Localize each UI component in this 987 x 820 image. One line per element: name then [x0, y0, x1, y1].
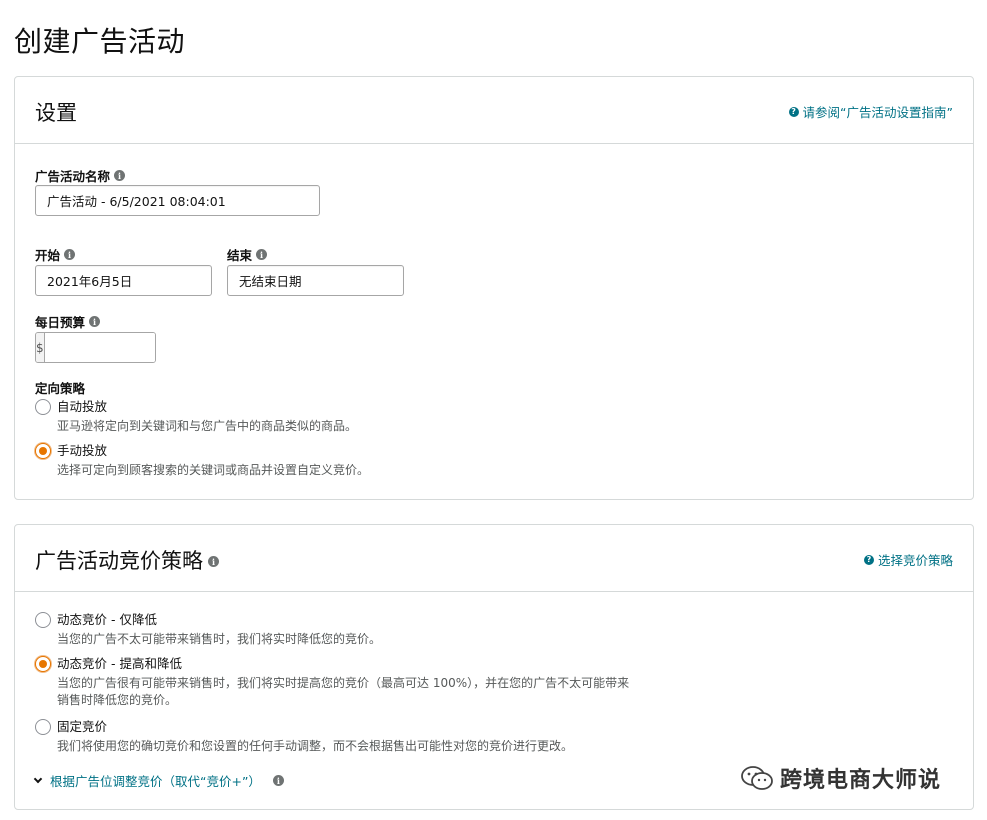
start-date-label: 开始 i [35, 245, 76, 264]
radio-label: 手动投放 [57, 443, 108, 458]
chevron-down-icon [33, 774, 43, 783]
radio-text: 动态竞价 - 提高和降低 当您的广告很有可能带来销售时，我们将实时提高您的竞价（… [57, 656, 637, 709]
daily-budget-input[interactable] [44, 333, 155, 362]
info-icon[interactable]: i [114, 170, 126, 181]
settings-card: 设置 ? 请参阅“广告活动设置指南” 广告活动名称 i 开始 i 结束 i 每日… [14, 76, 974, 500]
help-icon: ? [788, 106, 799, 117]
radio-text: 手动投放 选择可定向到顾客搜索的关键词或商品并设置自定义竞价。 [57, 443, 369, 479]
radio-button[interactable] [35, 612, 51, 628]
targeting-strategy-label: 定向策略 [35, 381, 86, 396]
info-icon[interactable]: i [208, 556, 219, 567]
campaign-name-label-text: 广告活动名称 [35, 169, 111, 184]
daily-budget-label: 每日预算 i [35, 312, 101, 331]
end-date-label: 结束 i [227, 245, 268, 264]
radio-button[interactable] [35, 719, 51, 735]
info-icon[interactable]: i [256, 249, 268, 260]
bidding-guide-link-label: 选择竞价策略 [877, 553, 953, 568]
watermark: 跨境电商大师说 [740, 762, 941, 794]
bid-option-down-only[interactable]: 动态竞价 - 仅降低 当您的广告不太可能带来销售时，我们将实时降低您的竞价。 [35, 612, 381, 648]
targeting-option-auto[interactable]: 自动投放 亚马逊将定向到关键词和与您广告中的商品类似的商品。 [35, 399, 357, 435]
radio-label: 动态竞价 - 提高和降低 [57, 656, 182, 671]
radio-text: 动态竞价 - 仅降低 当您的广告不太可能带来销售时，我们将实时降低您的竞价。 [57, 612, 381, 648]
bid-option-up-and-down[interactable]: 动态竞价 - 提高和降低 当您的广告很有可能带来销售时，我们将实时提高您的竞价（… [35, 656, 637, 709]
targeting-option-manual[interactable]: 手动投放 选择可定向到顾客搜索的关键词或商品并设置自定义竞价。 [35, 443, 369, 479]
radio-description: 亚马逊将定向到关键词和与您广告中的商品类似的商品。 [57, 419, 358, 433]
radio-label: 自动投放 [57, 399, 108, 414]
end-date-input[interactable] [227, 265, 404, 296]
radio-button-selected[interactable] [35, 443, 51, 459]
currency-prefix: $ [36, 333, 45, 362]
radio-label: 动态竞价 - 仅降低 [57, 612, 157, 627]
bidding-title-text: 广告活动竞价策略 [35, 549, 203, 573]
settings-title: 设置 [35, 101, 77, 125]
info-icon[interactable]: i [89, 316, 101, 327]
end-date-label-text: 结束 [227, 248, 253, 263]
daily-budget-field: $ [35, 332, 156, 363]
radio-description: 我们将使用您的确切竞价和您设置的任何手动调整，而不会根据售出可能性对您的竞价进行… [57, 739, 574, 753]
daily-budget-label-text: 每日预算 [35, 315, 86, 330]
settings-guide-link-label: 请参阅“广告活动设置指南” [802, 105, 953, 120]
radio-button-selected[interactable] [35, 656, 51, 672]
radio-button[interactable] [35, 399, 51, 415]
bidding-guide-link[interactable]: ? 选择竞价策略 [863, 550, 953, 569]
radio-description: 选择可定向到顾客搜索的关键词或商品并设置自定义竞价。 [57, 463, 370, 477]
settings-card-header: 设置 ? 请参阅“广告活动设置指南” [15, 77, 973, 144]
adjust-bids-by-placement-toggle[interactable]: 根据广告位调整竞价（取代“竞价+”） i [33, 771, 284, 790]
page-title: 创建广告活动 [14, 25, 186, 58]
bid-option-fixed[interactable]: 固定竞价 我们将使用您的确切竞价和您设置的任何手动调整，而不会根据售出可能性对您… [35, 719, 573, 755]
info-icon[interactable]: i [272, 775, 284, 786]
radio-description: 当您的广告不太可能带来销售时，我们将实时降低您的竞价。 [57, 632, 382, 646]
settings-guide-link[interactable]: ? 请参阅“广告活动设置指南” [788, 102, 953, 121]
radio-description: 当您的广告很有可能带来销售时，我们将实时提高您的竞价（最高可达 100%），并在… [57, 676, 630, 707]
radio-text: 自动投放 亚马逊将定向到关键词和与您广告中的商品类似的商品。 [57, 399, 357, 435]
adjust-bids-by-placement-label: 根据广告位调整竞价（取代“竞价+”） [50, 774, 261, 789]
start-date-input[interactable] [35, 265, 212, 296]
wechat-icon [741, 766, 773, 790]
bidding-card-header: 广告活动竞价策略 i ? 选择竞价策略 [15, 525, 973, 592]
watermark-text: 跨境电商大师说 [780, 768, 942, 793]
help-icon: ? [863, 554, 874, 565]
radio-text: 固定竞价 我们将使用您的确切竞价和您设置的任何手动调整，而不会根据售出可能性对您… [57, 719, 573, 755]
campaign-name-input[interactable] [35, 185, 320, 216]
radio-label: 固定竞价 [57, 719, 108, 734]
start-date-label-text: 开始 [35, 248, 61, 263]
campaign-name-label: 广告活动名称 i [35, 166, 126, 185]
info-icon[interactable]: i [64, 249, 76, 260]
bidding-title: 广告活动竞价策略 i [35, 545, 219, 575]
